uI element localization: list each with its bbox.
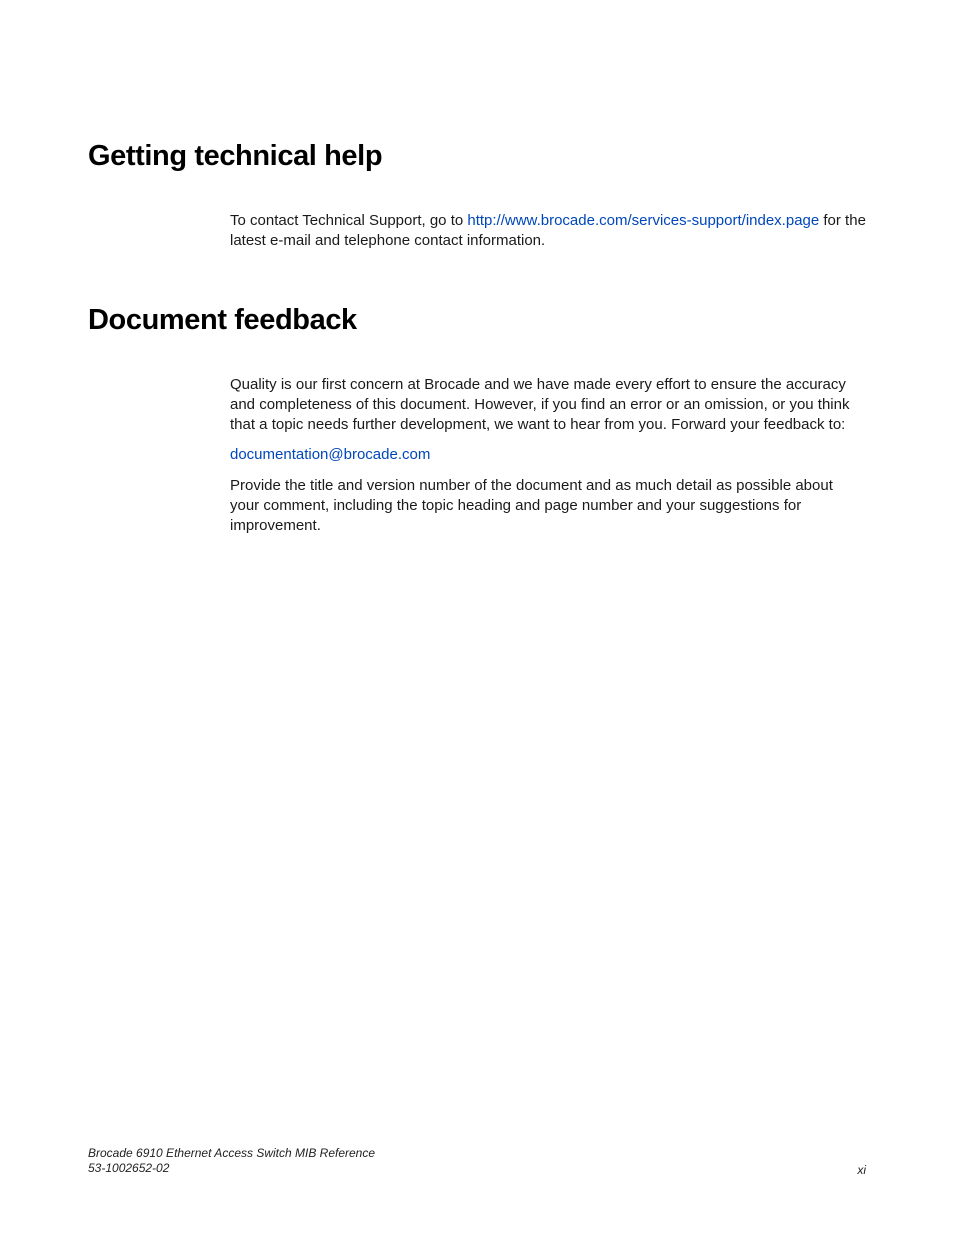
heading-document-feedback: Document feedback <box>88 304 866 337</box>
document-page: Getting technical help To contact Techni… <box>0 0 954 1235</box>
footer-doc-title: Brocade 6910 Ethernet Access Switch MIB … <box>88 1146 375 1162</box>
paragraph-provide-detail: Provide the title and version number of … <box>230 476 866 537</box>
support-url-link[interactable]: http://www.brocade.com/services-support/… <box>467 212 819 229</box>
paragraph-email: documentation@brocade.com <box>230 445 866 465</box>
feedback-email-link[interactable]: documentation@brocade.com <box>230 446 430 463</box>
footer-doc-number: 53-1002652-02 <box>88 1161 375 1177</box>
footer-left: Brocade 6910 Ethernet Access Switch MIB … <box>88 1146 375 1177</box>
paragraph-tech-support: To contact Technical Support, go to http… <box>230 211 866 252</box>
section-feedback: Document feedback Quality is our first c… <box>88 304 866 537</box>
heading-technical-help: Getting technical help <box>88 140 866 173</box>
body-technical-help: To contact Technical Support, go to http… <box>230 211 866 252</box>
body-document-feedback: Quality is our first concern at Brocade … <box>230 375 866 537</box>
paragraph-quality: Quality is our first concern at Brocade … <box>230 375 866 436</box>
text-before-link: To contact Technical Support, go to <box>230 212 467 229</box>
page-footer: Brocade 6910 Ethernet Access Switch MIB … <box>88 1146 866 1177</box>
footer-page-number: xi <box>857 1163 866 1177</box>
